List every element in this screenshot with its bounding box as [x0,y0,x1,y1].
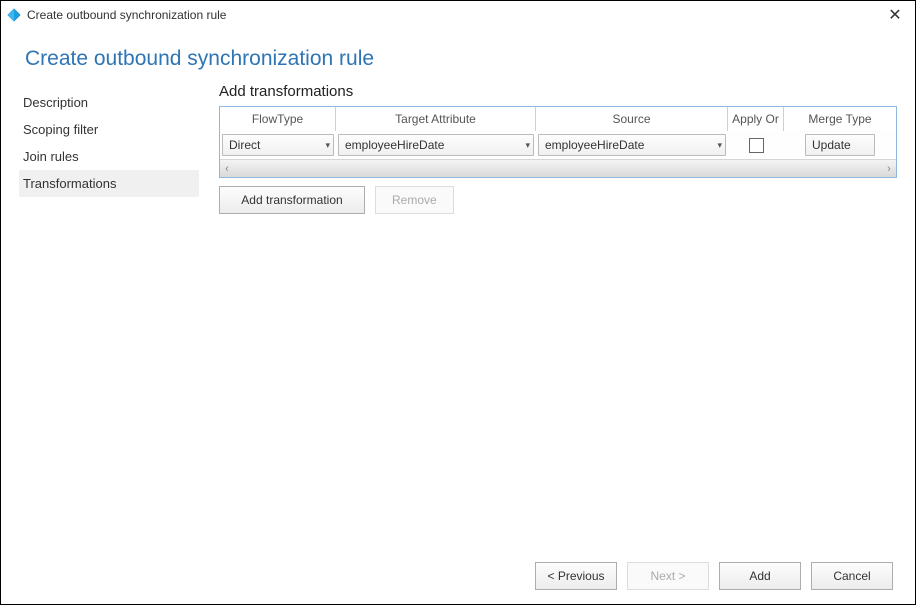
apply-once-checkbox[interactable] [749,138,764,153]
merge-type-select[interactable]: Update [805,134,875,156]
chevron-down-icon: ▾ [525,140,530,151]
header-target-attribute[interactable]: Target Attribute [336,107,536,131]
source-value: employeeHireDate [545,138,715,152]
flowtype-value: Direct [229,138,323,152]
section-title: Add transformations [219,83,897,100]
apply-once-cell [728,131,784,159]
window-title: Create outbound synchronization rule [27,8,881,22]
header-flowtype[interactable]: FlowType [220,107,336,131]
sidebar-item-scoping-filter[interactable]: Scoping filter [19,116,199,143]
add-button[interactable]: Add [719,562,801,590]
header-source[interactable]: Source [536,107,728,131]
header-merge-type[interactable]: Merge Type [784,107,896,131]
grid-action-row: Add transformation Remove [219,186,897,214]
sidebar-item-join-rules[interactable]: Join rules [19,143,199,170]
next-button: Next > [627,562,709,590]
sidebar-item-transformations[interactable]: Transformations [19,170,199,197]
previous-button[interactable]: < Previous [535,562,617,590]
scroll-right-icon[interactable]: › [882,163,896,175]
close-icon[interactable]: ✕ [881,5,909,25]
grid-header: FlowType Target Attribute Source Apply O… [220,107,896,131]
chevron-down-icon: ▾ [325,140,330,151]
target-attribute-select[interactable]: employeeHireDate ▾ [338,134,534,156]
content-area: Description Scoping filter Join rules Tr… [1,83,915,214]
target-attribute-value: employeeHireDate [345,138,523,152]
cancel-button[interactable]: Cancel [811,562,893,590]
titlebar: Create outbound synchronization rule ✕ [1,1,915,29]
app-icon [7,8,21,22]
transformations-grid: FlowType Target Attribute Source Apply O… [219,106,897,178]
horizontal-scrollbar[interactable]: ‹ › [220,159,896,177]
main-panel: Add transformations FlowType Target Attr… [199,83,897,214]
scroll-left-icon[interactable]: ‹ [220,163,234,175]
flowtype-select[interactable]: Direct ▾ [222,134,334,156]
page-title: Create outbound synchronization rule [1,29,915,83]
chevron-down-icon: ▾ [717,140,722,151]
merge-type-value: Update [812,138,871,152]
table-row: Direct ▾ employeeHireDate ▾ employeeHire… [220,131,896,159]
wizard-footer: < Previous Next > Add Cancel [535,562,893,590]
source-select[interactable]: employeeHireDate ▾ [538,134,726,156]
wizard-sidebar: Description Scoping filter Join rules Tr… [19,83,199,214]
add-transformation-button[interactable]: Add transformation [219,186,365,214]
header-apply-once[interactable]: Apply Or [728,107,784,131]
remove-button: Remove [375,186,454,214]
sidebar-item-description[interactable]: Description [19,89,199,116]
